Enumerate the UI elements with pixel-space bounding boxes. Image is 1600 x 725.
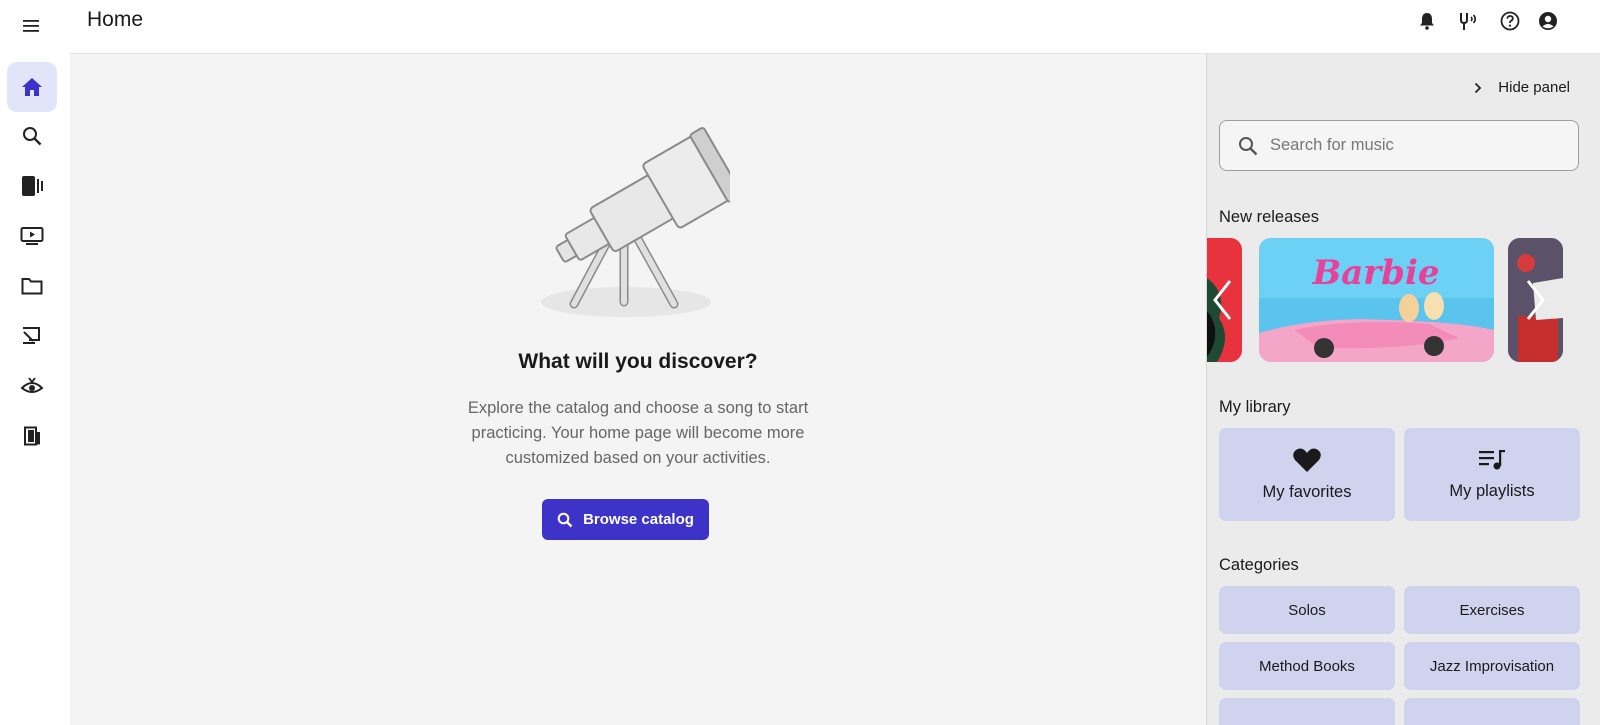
album-title-art: Barbie <box>1311 253 1439 293</box>
hide-panel-button[interactable]: Hide panel <box>1474 79 1570 96</box>
my-playlists-tile[interactable]: My playlists <box>1404 428 1580 521</box>
empty-state-description: Explore the catalog and choose a song to… <box>467 399 809 467</box>
search-icon <box>23 127 42 146</box>
rail-item-files[interactable] <box>7 261 57 311</box>
help-button[interactable] <box>1499 10 1521 32</box>
category-exercises[interactable]: Exercises <box>1404 586 1580 634</box>
door-icon <box>24 426 40 446</box>
library-icon <box>22 176 43 196</box>
category-jazz-improvisation[interactable]: Jazz Improvisation <box>1404 642 1580 690</box>
rail-item-exit[interactable] <box>7 411 57 461</box>
eye-icon <box>20 377 44 393</box>
account-icon <box>1539 12 1557 30</box>
hamburger-icon <box>23 20 39 32</box>
bell-icon <box>1420 13 1434 30</box>
new-releases-title: New releases <box>1219 208 1319 226</box>
folder-icon <box>21 278 43 295</box>
browse-catalog-button[interactable]: Browse catalog <box>542 499 709 540</box>
category-label: Exercises <box>1459 601 1525 619</box>
category-tile-partial[interactable] <box>1219 698 1395 725</box>
category-label: Jazz Improvisation <box>1429 657 1555 675</box>
rail-item-search[interactable] <box>7 111 57 161</box>
left-rail <box>0 0 70 725</box>
rail-item-home[interactable] <box>7 62 57 112</box>
playlist-icon <box>1479 450 1505 470</box>
music-search-box[interactable] <box>1219 120 1579 171</box>
browse-catalog-label: Browse catalog <box>583 511 694 528</box>
my-library-title: My library <box>1219 398 1291 416</box>
page-title: Home <box>87 8 144 31</box>
telescope-illustration <box>541 127 730 317</box>
search-input[interactable] <box>1270 136 1550 155</box>
assignment-icon <box>23 327 40 344</box>
rail-item-library[interactable] <box>7 161 57 211</box>
heart-icon <box>1293 448 1321 472</box>
empty-state-heading: What will you discover? <box>518 350 758 373</box>
top-bar: Home <box>70 0 1600 54</box>
chevron-right-icon <box>1526 280 1545 320</box>
right-panel: Hide panel New releases <box>1206 54 1600 725</box>
category-tile-partial[interactable] <box>1404 698 1580 725</box>
categories-title: Categories <box>1219 556 1299 574</box>
chevron-right-icon <box>1475 82 1482 93</box>
rail-item-assignments[interactable] <box>7 311 57 361</box>
menu-button[interactable] <box>18 12 46 40</box>
search-icon <box>1239 136 1258 155</box>
album-art: Barbie <box>1259 238 1494 362</box>
search-icon <box>557 512 573 527</box>
home-icon <box>22 78 42 96</box>
category-label: Method Books <box>1259 657 1355 675</box>
tuner-icon <box>1460 13 1477 30</box>
rail-item-videos[interactable] <box>7 211 57 261</box>
help-icon <box>1500 11 1520 31</box>
release-card[interactable]: Barbie <box>1259 238 1494 362</box>
category-method-books[interactable]: Method Books <box>1219 642 1395 690</box>
main-content: What will you discover? Explore the cata… <box>70 54 1206 725</box>
notifications-button[interactable] <box>1416 10 1438 32</box>
carousel-next-button[interactable] <box>1521 276 1551 324</box>
chevron-left-icon <box>1213 280 1232 320</box>
rail-item-sight-reading[interactable] <box>7 361 57 411</box>
carousel-prev-button[interactable] <box>1207 276 1237 324</box>
category-label: Solos <box>1288 601 1326 619</box>
my-playlists-label: My playlists <box>1449 482 1535 500</box>
hide-panel-label: Hide panel <box>1498 79 1570 96</box>
video-icon <box>20 227 44 245</box>
account-button[interactable] <box>1537 10 1559 32</box>
tuner-button[interactable] <box>1457 10 1479 32</box>
my-favorites-label: My favorites <box>1262 483 1352 501</box>
new-releases-carousel: Barbie <box>1207 238 1600 362</box>
category-solos[interactable]: Solos <box>1219 586 1395 634</box>
my-favorites-tile[interactable]: My favorites <box>1219 428 1395 521</box>
